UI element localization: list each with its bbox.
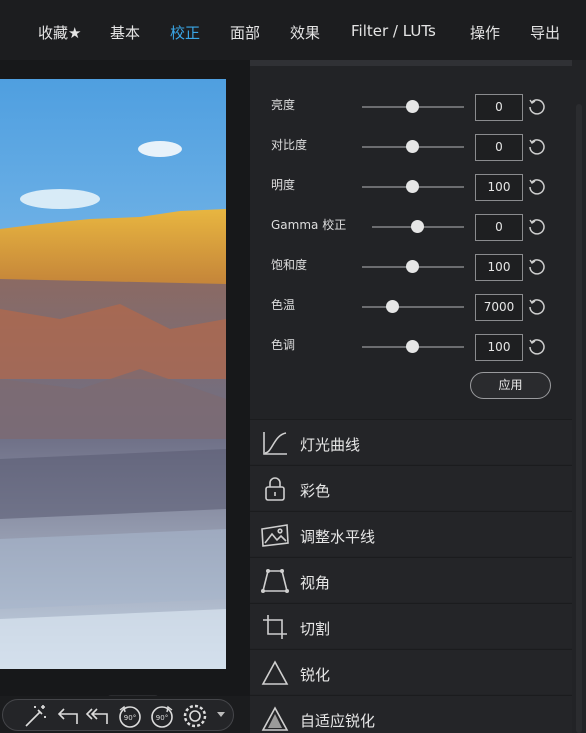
adjustment-gamma: Gamma 校正 0	[250, 204, 572, 244]
contrast-slider-thumb[interactable]	[406, 140, 419, 153]
tint-label: 色调	[271, 338, 296, 352]
photo-canvas[interactable]	[0, 79, 226, 669]
gamma-input[interactable]: 0	[475, 214, 523, 241]
undo-icon[interactable]	[53, 702, 81, 730]
gamma-label: Gamma 校正	[271, 218, 347, 232]
lightness-label: 明度	[271, 178, 296, 192]
saturation-label: 饱和度	[271, 258, 308, 272]
menu-correction[interactable]: 校正	[170, 22, 200, 43]
lightness-input[interactable]: 100	[475, 174, 523, 201]
section-adaptive-sharpen[interactable]: 自适应锐化	[250, 695, 572, 733]
tint-slider-thumb[interactable]	[406, 340, 419, 353]
menu-favorites[interactable]: 收藏★	[38, 22, 81, 43]
tint-input[interactable]: 100	[475, 334, 523, 361]
adjustment-temperature: 色温 7000	[250, 284, 572, 324]
section-light-curves[interactable]: 灯光曲线	[250, 419, 572, 464]
reset-icon[interactable]	[527, 138, 545, 156]
section-label: 灯光曲线	[300, 436, 361, 454]
reset-icon[interactable]	[527, 178, 545, 196]
rotate-right-label: 90°	[156, 714, 168, 722]
apply-button[interactable]: 应用	[470, 372, 551, 399]
menu-effects[interactable]: 效果	[290, 22, 320, 43]
settings-icon[interactable]	[181, 702, 209, 730]
section-label: 自适应锐化	[300, 712, 376, 730]
saturation-input[interactable]: 100	[475, 254, 523, 281]
brightness-slider-thumb[interactable]	[406, 100, 419, 113]
gamma-slider-thumb[interactable]	[411, 220, 424, 233]
section-label: 锐化	[300, 666, 331, 684]
section-horizon[interactable]: 调整水平线	[250, 511, 572, 556]
canyon-photo	[0, 79, 226, 669]
perspective-icon	[261, 569, 289, 593]
section-label: 切割	[300, 620, 331, 638]
section-label: 视角	[300, 574, 331, 592]
reset-icon[interactable]	[527, 298, 545, 316]
rotate-left-icon[interactable]: 90°	[116, 702, 144, 730]
panel-header-strip	[250, 60, 572, 66]
adjustment-lightness: 明度 100	[250, 164, 572, 204]
section-sharpen[interactable]: 锐化	[250, 649, 572, 694]
contrast-input[interactable]: 0	[475, 134, 523, 161]
brightness-label: 亮度	[271, 98, 296, 112]
temperature-slider-track[interactable]	[362, 306, 464, 308]
section-label: 调整水平线	[300, 528, 376, 546]
panel-scrollbar[interactable]	[576, 104, 582, 733]
correction-panel: 亮度 0 对比度 0 明度 100 Gamma 校正 0 饱和度 100 色温	[250, 60, 586, 733]
menu-filter-luts[interactable]: Filter / LUTs	[351, 22, 436, 40]
section-color[interactable]: 彩色	[250, 465, 572, 510]
saturation-slider-thumb[interactable]	[406, 260, 419, 273]
chevron-down-icon[interactable]	[217, 712, 225, 717]
adjustment-saturation: 饱和度 100	[250, 244, 572, 284]
top-menu-bar: 收藏★ 基本 校正 面部 效果 Filter / LUTs 操作 导出	[0, 0, 586, 60]
menu-export[interactable]: 导出	[530, 22, 560, 43]
temperature-slider-thumb[interactable]	[386, 300, 399, 313]
section-crop[interactable]: 切割	[250, 603, 572, 648]
contrast-label: 对比度	[271, 138, 308, 152]
menu-actions[interactable]: 操作	[470, 22, 500, 43]
rotate-left-label: 90°	[124, 714, 136, 722]
section-label: 彩色	[300, 482, 331, 500]
adjustment-tint: 色调 100	[250, 324, 572, 364]
reset-icon[interactable]	[527, 258, 545, 276]
menu-basic[interactable]: 基本	[110, 22, 140, 43]
lock-icon	[265, 477, 285, 501]
triangle-icon	[261, 660, 289, 685]
triangle-filled-icon	[261, 706, 289, 731]
lightness-slider-thumb[interactable]	[406, 180, 419, 193]
adjustment-brightness: 亮度 0	[250, 84, 572, 124]
temperature-input[interactable]: 7000	[475, 294, 523, 321]
menu-face[interactable]: 面部	[230, 22, 260, 43]
landscape-icon	[261, 524, 289, 547]
undo-all-icon[interactable]	[83, 702, 111, 730]
brightness-input[interactable]: 0	[475, 94, 523, 121]
section-perspective[interactable]: 视角	[250, 557, 572, 602]
bottom-toolbar: 90° 90°	[0, 696, 250, 733]
reset-icon[interactable]	[527, 98, 545, 116]
rotate-right-icon[interactable]: 90°	[148, 702, 176, 730]
tool-group: 90° 90°	[2, 699, 234, 731]
adjustment-contrast: 对比度 0	[250, 124, 572, 164]
reset-icon[interactable]	[527, 338, 545, 356]
reset-icon[interactable]	[527, 218, 545, 236]
temperature-label: 色温	[271, 298, 296, 312]
curve-icon	[263, 432, 287, 455]
photo-viewport[interactable]	[0, 60, 250, 733]
magic-wand-icon[interactable]	[21, 702, 49, 730]
crop-icon	[263, 615, 287, 639]
